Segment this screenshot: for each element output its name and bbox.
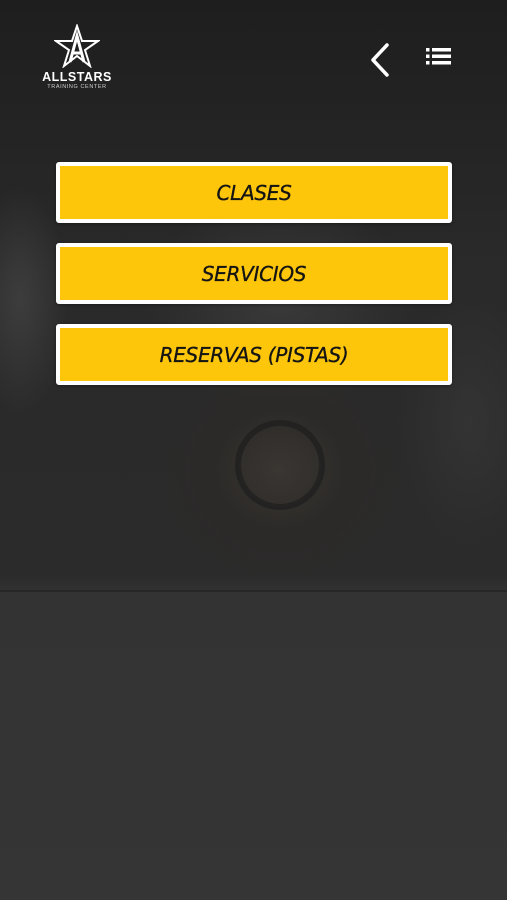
reservas-pistas-label: RESERVAS (PISTAS) xyxy=(159,342,349,367)
menu-button[interactable] xyxy=(420,42,456,72)
brand-tagline: TRAINING CENTER xyxy=(47,84,107,90)
floor-edge xyxy=(0,590,507,592)
app-header: ALLSTARS TRAINING CENTER xyxy=(0,0,507,110)
servicios-label: SERVICIOS xyxy=(201,261,307,286)
servicios-button[interactable]: SERVICIOS xyxy=(56,243,452,304)
clases-button[interactable]: CLASES xyxy=(56,162,452,223)
reservas-pistas-button[interactable]: RESERVAS (PISTAS) xyxy=(56,324,452,385)
kettlebell-shape xyxy=(235,420,325,510)
main-menu: CLASES SERVICIOS RESERVAS (PISTAS) xyxy=(56,162,452,405)
back-button[interactable] xyxy=(362,40,398,80)
list-menu-icon xyxy=(426,48,451,65)
brand-logo[interactable]: ALLSTARS TRAINING CENTER xyxy=(38,24,116,94)
clases-label: CLASES xyxy=(216,180,292,205)
star-a-icon xyxy=(54,24,100,68)
brand-name: ALLSTARS xyxy=(42,70,112,84)
chevron-left-icon xyxy=(371,43,389,77)
